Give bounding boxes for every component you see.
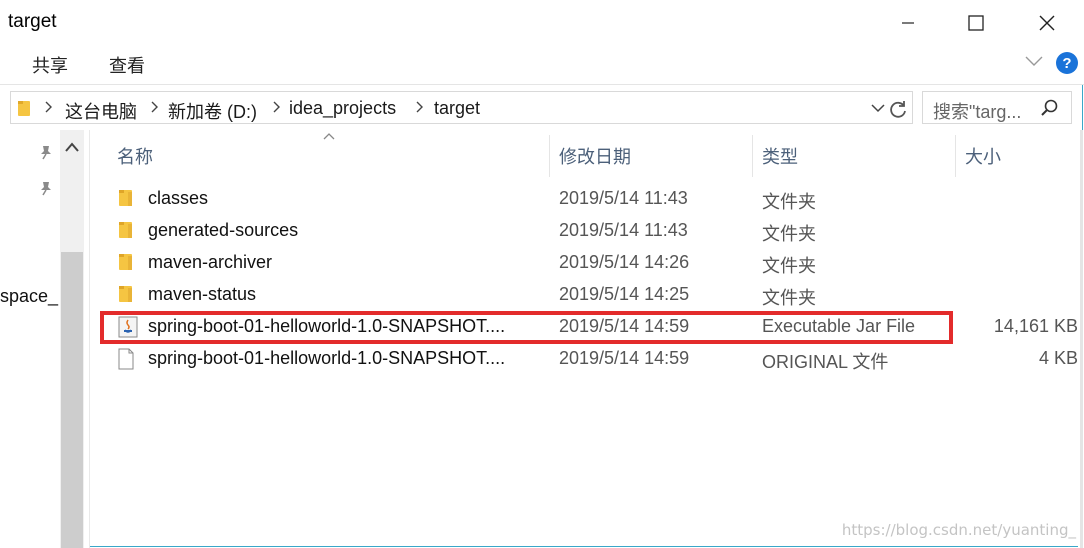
chevron-up-icon[interactable]: [64, 141, 80, 153]
file-date: 2019/5/14 11:43: [559, 220, 688, 240]
breadcrumb-target[interactable]: target: [434, 98, 480, 119]
search-icon[interactable]: [1041, 99, 1059, 117]
file-name: maven-status: [148, 284, 257, 304]
column-header-name[interactable]: 名称: [117, 143, 153, 169]
file-row[interactable]: classes 2019/5/14 11:43 文件夹: [108, 184, 1080, 214]
file-size: 14,161 KB: [993, 316, 1078, 336]
breadcrumb-drive-d[interactable]: 新加卷 (D:): [168, 98, 257, 124]
column-header-type[interactable]: 类型: [762, 143, 798, 169]
chevron-down-icon: [1025, 56, 1043, 66]
search-placeholder: 搜索"targ...: [933, 102, 1022, 122]
ribbon: 共享 查看: [0, 44, 1084, 85]
file-date: 2019/5/14 11:43: [559, 188, 688, 208]
breadcrumb-this-pc[interactable]: 这台电脑: [65, 98, 137, 124]
highlight-box: [100, 311, 953, 344]
folder-icon: [18, 101, 30, 116]
file-icon: [118, 348, 134, 375]
close-button[interactable]: [1027, 8, 1067, 38]
help-button[interactable]: ?: [1056, 52, 1078, 74]
chevron-right-icon[interactable]: [416, 101, 424, 113]
column-divider[interactable]: [955, 135, 956, 177]
watermark: https://blog.csdn.net/yuanting_: [841, 521, 1076, 539]
minimize-icon: [902, 22, 914, 24]
column-divider[interactable]: [549, 135, 550, 177]
file-name: generated-sources: [148, 220, 299, 240]
nav-scrollbar-thumb[interactable]: [61, 252, 83, 548]
file-date: 2019/5/14 14:59: [559, 348, 690, 368]
tab-view[interactable]: 查看: [109, 52, 145, 78]
file-type: ORIGINAL 文件: [762, 352, 889, 372]
title-bar: target: [0, 0, 1084, 44]
file-type: 文件夹: [762, 256, 816, 276]
tab-share[interactable]: 共享: [32, 52, 68, 78]
refresh-icon[interactable]: [886, 98, 910, 122]
maximize-button[interactable]: [956, 8, 996, 38]
file-date: 2019/5/14 14:26: [559, 252, 690, 272]
file-date: 2019/5/14 14:25: [559, 284, 690, 304]
folder-icon: [118, 252, 134, 277]
close-icon: [1039, 15, 1055, 31]
file-name: spring-boot-01-helloworld-1.0-SNAPSHOT..…: [148, 348, 506, 368]
column-header-date[interactable]: 修改日期: [559, 143, 631, 169]
folder-icon: [118, 188, 134, 213]
chevron-down-icon[interactable]: [871, 103, 885, 113]
file-name: classes: [148, 188, 209, 208]
file-row[interactable]: spring-boot-01-helloworld-1.0-SNAPSHOT..…: [108, 344, 1080, 374]
file-list-scrollbar-thumb[interactable]: [1080, 130, 1083, 548]
maximize-icon: [968, 15, 984, 31]
file-row[interactable]: maven-archiver 2019/5/14 14:26 文件夹: [108, 248, 1080, 278]
file-type: 文件夹: [762, 288, 816, 308]
file-size: 4 KB: [1038, 348, 1078, 368]
folder-icon: [118, 284, 134, 309]
chevron-right-icon: [45, 101, 52, 113]
ribbon-expand-button[interactable]: [1025, 54, 1043, 72]
sort-ascending-icon: [323, 133, 335, 140]
chevron-right-icon[interactable]: [273, 101, 281, 113]
file-name: maven-archiver: [148, 252, 273, 272]
column-header-size[interactable]: 大小: [965, 143, 1001, 169]
file-type: 文件夹: [762, 192, 816, 212]
breadcrumb-idea-projects[interactable]: idea_projects: [289, 98, 396, 119]
chevron-right-icon[interactable]: [151, 101, 159, 113]
column-divider[interactable]: [752, 135, 753, 177]
pin-icon[interactable]: [38, 144, 54, 160]
file-type: 文件夹: [762, 224, 816, 244]
address-bar[interactable]: 这台电脑 新加卷 (D:) idea_projects target: [10, 91, 913, 124]
search-input[interactable]: 搜索"targ...: [922, 91, 1072, 124]
pin-icon[interactable]: [38, 180, 54, 196]
file-row[interactable]: maven-status 2019/5/14 14:25 文件夹: [108, 280, 1080, 310]
nav-item-space[interactable]: space_: [0, 286, 58, 307]
file-row[interactable]: generated-sources 2019/5/14 11:43 文件夹: [108, 216, 1080, 246]
folder-icon: [118, 220, 134, 245]
minimize-button[interactable]: [888, 8, 928, 38]
pane-divider[interactable]: [89, 130, 90, 548]
window-title: target: [8, 11, 57, 32]
